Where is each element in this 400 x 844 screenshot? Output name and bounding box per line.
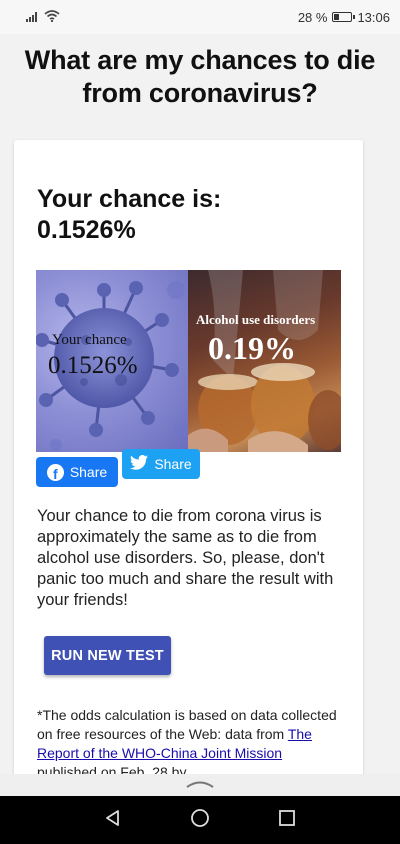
twitter-icon <box>130 455 149 473</box>
battery-icon <box>332 12 356 22</box>
virus-panel-value: 0.1526% <box>48 352 138 379</box>
recents-icon[interactable] <box>278 809 296 832</box>
result-heading-label: Your chance is: <box>37 185 222 213</box>
comparison-image: Your chance 0.1526% Alcohol use disorder… <box>36 270 341 452</box>
system-navigation-bar <box>0 796 400 844</box>
result-heading: Your chance is: 0.1526% <box>37 184 337 246</box>
twitter-share-button[interactable]: Share <box>122 449 200 479</box>
facebook-share-label: Share <box>69 464 108 480</box>
virus-panel-label: Your chance <box>52 332 127 348</box>
page-title: What are my chances to die from coronavi… <box>24 45 376 108</box>
alcohol-panel: Alcohol use disorders 0.19% <box>188 270 341 452</box>
facebook-icon: f <box>46 463 64 481</box>
scroll-handle[interactable] <box>0 774 400 796</box>
run-new-test-button[interactable]: RUN NEW TEST <box>44 636 171 675</box>
facebook-share-button[interactable]: f Share <box>36 457 118 487</box>
chevron-up-icon <box>185 776 215 794</box>
wifi-icon <box>44 9 60 25</box>
battery-percent: 28 % <box>297 9 328 25</box>
back-icon[interactable] <box>104 809 122 832</box>
result-card: Your chance is: 0.1526% Your chance 0.15… <box>14 140 363 800</box>
home-icon[interactable] <box>190 808 210 833</box>
result-value: 0.1526% <box>37 216 136 244</box>
result-explanation: Your chance to die from corona virus is … <box>37 507 334 609</box>
status-bar: 28 % 13:06 <box>0 0 400 34</box>
footnote: *The odds calculation is based on data c… <box>37 706 337 782</box>
alcohol-panel-value: 0.19% <box>208 330 296 366</box>
clock: 13:06 <box>357 9 390 25</box>
virus-panel: Your chance 0.1526% <box>36 270 188 452</box>
signal-icon <box>26 10 40 25</box>
twitter-share-label: Share <box>154 456 192 472</box>
alcohol-panel-label: Alcohol use disorders <box>196 312 316 327</box>
